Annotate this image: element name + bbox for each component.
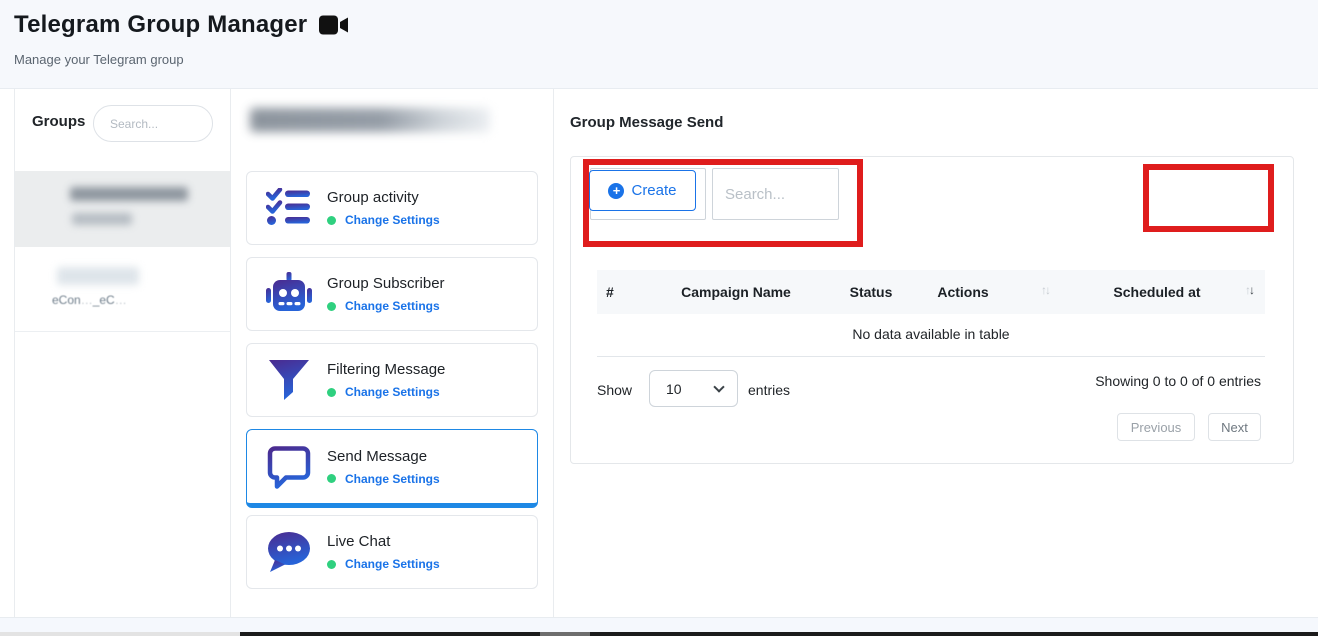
group-list-item[interactable]: eCon​…_eC… bbox=[15, 247, 230, 332]
feature-title: Send Message bbox=[327, 448, 440, 465]
feature-card-group-activity[interactable]: Group activity Change Settings bbox=[246, 171, 538, 245]
feature-title: Group Subscriber bbox=[327, 275, 445, 292]
column-header-campaign-name[interactable]: Campaign Name bbox=[681, 270, 791, 314]
plus-circle-icon: + bbox=[608, 183, 624, 199]
status-dot bbox=[327, 388, 336, 397]
campaign-search-input[interactable] bbox=[712, 168, 839, 220]
content: Groups eCon​…_eC… bbox=[0, 88, 1318, 617]
annotation-box-create bbox=[1143, 164, 1274, 232]
status-dot bbox=[327, 474, 336, 483]
show-label: Show bbox=[597, 382, 632, 398]
column-header-status[interactable]: Status bbox=[850, 270, 893, 314]
robot-icon bbox=[265, 272, 313, 316]
app-header: Telegram Group Manager Manage your Teleg… bbox=[0, 0, 1318, 88]
chat-dots-icon bbox=[265, 531, 313, 573]
column-header-index[interactable]: # bbox=[606, 270, 614, 314]
scrollbar-thumb[interactable] bbox=[540, 632, 590, 636]
column-header-scheduled-at[interactable]: Scheduled at bbox=[1113, 270, 1200, 314]
scrollbar-track bbox=[590, 632, 1318, 636]
sort-icon-active[interactable]: ↑↓ bbox=[1245, 270, 1253, 310]
change-settings-link[interactable]: Change Settings bbox=[345, 213, 440, 227]
feature-title: Group activity bbox=[327, 189, 440, 206]
groups-search-input[interactable] bbox=[93, 105, 213, 142]
groups-heading: Groups bbox=[32, 113, 85, 130]
change-settings-link[interactable]: Change Settings bbox=[345, 299, 440, 313]
create-button-label: Create bbox=[631, 182, 676, 199]
divider bbox=[14, 89, 15, 617]
status-dot bbox=[327, 560, 336, 569]
scrollbar-track bbox=[240, 632, 540, 636]
status-dot bbox=[327, 302, 336, 311]
group-partial-label: eCon​…_eC… bbox=[52, 293, 127, 307]
column-header-actions[interactable]: Actions bbox=[937, 270, 988, 314]
divider bbox=[553, 89, 554, 617]
feature-card-live-chat[interactable]: Live Chat Change Settings bbox=[246, 515, 538, 589]
redacted-group-title bbox=[250, 108, 490, 132]
change-settings-link[interactable]: Change Settings bbox=[345, 472, 440, 486]
group-list-item-selected[interactable] bbox=[15, 171, 230, 247]
divider bbox=[230, 89, 231, 617]
table-header-row: # Campaign Name Status Actions ↑↓ Schedu… bbox=[597, 270, 1265, 314]
create-button[interactable]: + Create bbox=[589, 170, 696, 211]
feature-card-filtering-message[interactable]: Filtering Message Change Settings bbox=[246, 343, 538, 417]
campaign-card: Select Status + Create # Campaign Name S… bbox=[570, 156, 1294, 464]
video-camera-icon bbox=[319, 14, 349, 36]
chat-outline-icon bbox=[265, 445, 313, 489]
next-button[interactable]: Next bbox=[1208, 413, 1261, 441]
status-dot bbox=[327, 216, 336, 225]
change-settings-link[interactable]: Change Settings bbox=[345, 385, 440, 399]
chevron-down-icon bbox=[713, 381, 724, 392]
previous-button[interactable]: Previous bbox=[1117, 413, 1195, 441]
horizontal-scrollbar[interactable] bbox=[0, 632, 1318, 636]
change-settings-link[interactable]: Change Settings bbox=[345, 557, 440, 571]
redacted-group-name bbox=[70, 187, 188, 201]
pagination-summary: Showing 0 to 0 of 0 entries bbox=[1095, 373, 1261, 389]
redacted-group-name bbox=[57, 267, 139, 285]
entries-label: entries bbox=[748, 382, 790, 398]
feature-card-group-subscriber[interactable]: Group Subscriber Change Settings bbox=[246, 257, 538, 331]
feature-title: Filtering Message bbox=[327, 361, 445, 378]
feature-title: Live Chat bbox=[327, 533, 440, 550]
sort-icon[interactable]: ↑↓ bbox=[1041, 270, 1049, 310]
page-size-value: 10 bbox=[666, 381, 682, 397]
section-title: Group Message Send bbox=[570, 114, 723, 131]
page: Telegram Group Manager Manage your Teleg… bbox=[0, 0, 1318, 636]
checklist-icon bbox=[265, 188, 313, 228]
funnel-icon bbox=[265, 359, 313, 401]
redacted-group-subtext bbox=[72, 213, 132, 225]
page-subtitle: Manage your Telegram group bbox=[14, 52, 184, 67]
table-empty-message: No data available in table bbox=[597, 314, 1265, 357]
feature-card-send-message[interactable]: Send Message Change Settings bbox=[246, 429, 538, 508]
page-title: Telegram Group Manager bbox=[14, 11, 307, 39]
page-size-select[interactable]: 10 bbox=[649, 370, 738, 407]
